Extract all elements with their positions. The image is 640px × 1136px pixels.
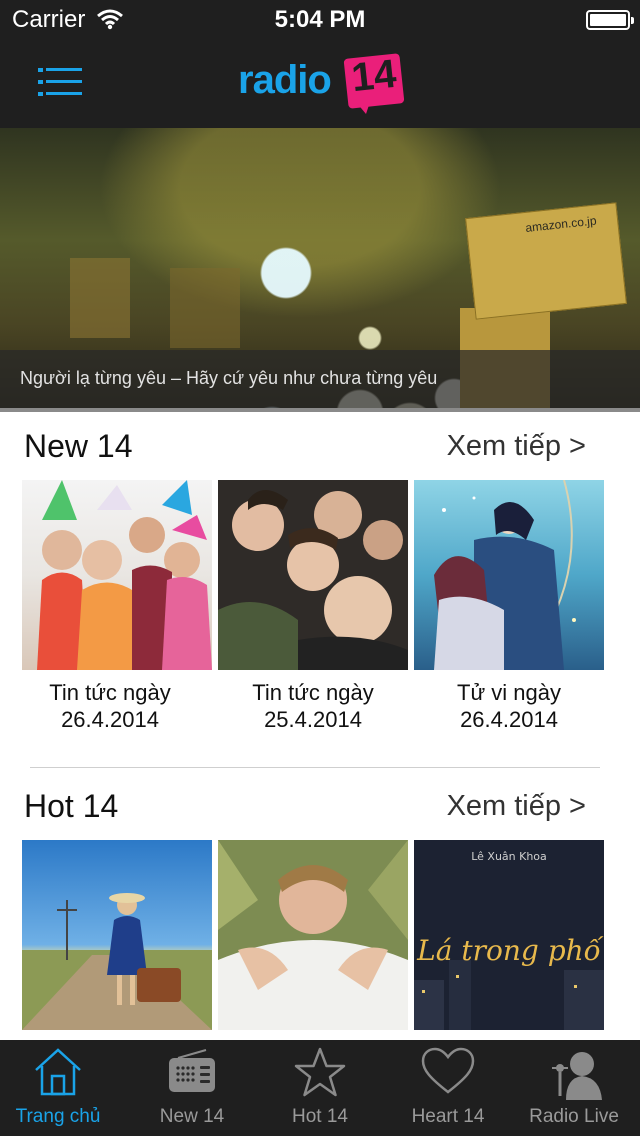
star-icon <box>294 1047 346 1097</box>
radio-icon <box>169 1049 215 1092</box>
tab-label: New 14 <box>159 1106 225 1127</box>
new14-item-caption: Tin tức ngày 26.4.2014 <box>49 680 171 732</box>
nav-bar: radio 14 <box>0 40 640 128</box>
road-photo <box>22 893 212 1030</box>
status-bar: Carrier 5:04 PM <box>0 0 640 40</box>
album-title: Lá trong phố <box>416 934 603 967</box>
hot14-item-thumbnail[interactable] <box>22 840 212 1030</box>
tab-heart14[interactable]: Heart 14 <box>390 1040 506 1136</box>
album-artist: Lê Xuân Khoa <box>471 850 547 863</box>
tab-bar: Trang chủ New 14 Hot 14 Heart 14 Radio L… <box>0 1040 640 1136</box>
menu-icon <box>38 68 82 72</box>
see-more-hot14-link[interactable]: Xem tiếp > <box>447 790 586 823</box>
clock-label: 5:04 PM <box>274 6 366 33</box>
section-title-new14: New 14 <box>24 428 133 464</box>
section-title-hot14: Hot 14 <box>24 788 119 824</box>
album-cover: Lê Xuân Khoa Lá trong phố <box>414 840 604 1030</box>
logo-text: radio <box>238 58 332 102</box>
tab-label: Heart 14 <box>411 1106 485 1127</box>
heart-icon <box>421 1047 475 1094</box>
menu-button[interactable] <box>38 68 82 98</box>
hot14-item-thumbnail[interactable] <box>218 840 408 1030</box>
tab-radio-live[interactable]: Radio Live <box>516 1040 632 1136</box>
home-icon <box>35 1048 81 1096</box>
new14-item-thumbnail[interactable] <box>218 480 408 670</box>
tab-label: Trang chủ <box>15 1106 101 1127</box>
tab-new14[interactable]: New 14 <box>134 1040 250 1136</box>
actor-photo <box>218 840 408 1030</box>
tab-label: Radio Live <box>529 1106 619 1127</box>
new14-item-caption: Tử vi ngày 26.4.2014 <box>457 680 561 732</box>
party-photo <box>37 480 212 670</box>
new14-item-caption: Tin tức ngày 25.4.2014 <box>252 680 374 732</box>
see-more-new14-link[interactable]: Xem tiếp > <box>447 430 586 463</box>
tab-home[interactable]: Trang chủ <box>0 1040 116 1136</box>
hero-banner[interactable]: amazon.co.jp Người lạ từng yêu – Hãy cứ … <box>0 128 640 408</box>
new14-item-thumbnail[interactable] <box>414 480 604 670</box>
singer-icon <box>552 1052 602 1100</box>
tab-label: Hot 14 <box>292 1106 348 1127</box>
app-logo: radio 14 <box>238 51 408 118</box>
battery-icon <box>586 10 634 30</box>
horoscope-art <box>434 480 576 670</box>
tab-hot14[interactable]: Hot 14 <box>262 1040 378 1136</box>
hero-image-box: amazon.co.jp <box>465 202 627 320</box>
band-photo <box>218 480 408 670</box>
hot14-item-thumbnail[interactable]: Lê Xuân Khoa Lá trong phố <box>414 840 604 1030</box>
hero-caption: Người lạ từng yêu – Hãy cứ yêu như chưa … <box>20 368 438 388</box>
hero-box-label: amazon.co.jp <box>524 213 598 235</box>
logo-badge: 14 <box>349 51 399 101</box>
section-divider <box>30 767 600 768</box>
hero-caption-bar: Người lạ từng yêu – Hãy cứ yêu như chưa … <box>0 350 640 408</box>
new14-item-thumbnail[interactable] <box>22 480 212 670</box>
